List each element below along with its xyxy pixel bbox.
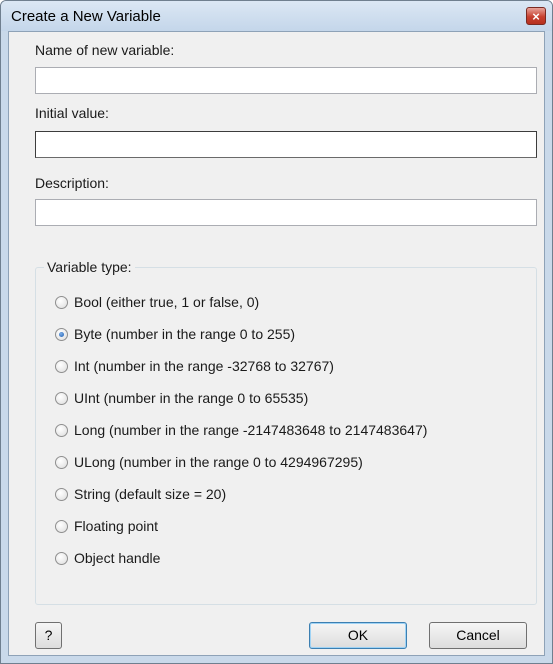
radio-option-ulong[interactable]: ULong (number in the range 0 to 42949672… (55, 452, 363, 472)
radio-option-string[interactable]: String (default size = 20) (55, 484, 226, 504)
dialog-window: Create a New Variable × Name of new vari… (0, 0, 553, 664)
variable-type-legend: Variable type: (44, 259, 135, 275)
description-label: Description: (35, 175, 109, 191)
radio-option-long[interactable]: Long (number in the range -2147483648 to… (55, 420, 427, 440)
radio-option-int[interactable]: Int (number in the range -32768 to 32767… (55, 356, 334, 376)
variable-type-group: Variable type: Bool (either true, 1 or f… (35, 259, 537, 605)
radio-option-floating-point[interactable]: Floating point (55, 516, 158, 536)
radio-button[interactable] (55, 551, 68, 565)
radio-option-object-handle[interactable]: Object handle (55, 548, 160, 568)
radio-option-byte[interactable]: Byte (number in the range 0 to 255) (55, 324, 295, 344)
close-icon: × (532, 9, 540, 24)
description-input[interactable] (35, 199, 537, 226)
radio-button[interactable] (55, 519, 68, 533)
radio-option-label: Int (number in the range -32768 to 32767… (74, 358, 334, 374)
dialog-body: Name of new variable: Initial value: Des… (8, 31, 545, 656)
cancel-button[interactable]: Cancel (429, 622, 527, 649)
close-button[interactable]: × (526, 7, 546, 25)
radio-button[interactable] (55, 295, 68, 309)
title-bar[interactable]: Create a New Variable × (1, 1, 552, 31)
radio-option-label: ULong (number in the range 0 to 42949672… (74, 454, 363, 470)
name-input[interactable] (35, 67, 537, 94)
initial-value-label: Initial value: (35, 105, 109, 121)
radio-button[interactable] (55, 327, 68, 341)
radio-button[interactable] (55, 359, 68, 373)
radio-option-bool[interactable]: Bool (either true, 1 or false, 0) (55, 292, 259, 312)
initial-value-input[interactable] (35, 131, 537, 158)
radio-option-label: Bool (either true, 1 or false, 0) (74, 294, 260, 310)
help-button[interactable]: ? (35, 622, 62, 649)
radio-option-label: String (default size = 20) (74, 486, 227, 502)
ok-button[interactable]: OK (309, 622, 407, 649)
window-title: Create a New Variable (11, 8, 161, 25)
radio-option-label: Floating point (74, 518, 159, 534)
radio-button[interactable] (55, 455, 68, 469)
radio-button[interactable] (55, 487, 68, 501)
radio-option-label: Byte (number in the range 0 to 255) (74, 326, 296, 342)
radio-button[interactable] (55, 391, 68, 405)
radio-option-label: Long (number in the range -2147483648 to… (74, 422, 428, 438)
radio-button[interactable] (55, 423, 68, 437)
name-label: Name of new variable: (35, 42, 175, 58)
radio-option-uint[interactable]: UInt (number in the range 0 to 65535) (55, 388, 308, 408)
radio-option-label: UInt (number in the range 0 to 65535) (74, 390, 309, 406)
radio-option-label: Object handle (74, 550, 161, 566)
